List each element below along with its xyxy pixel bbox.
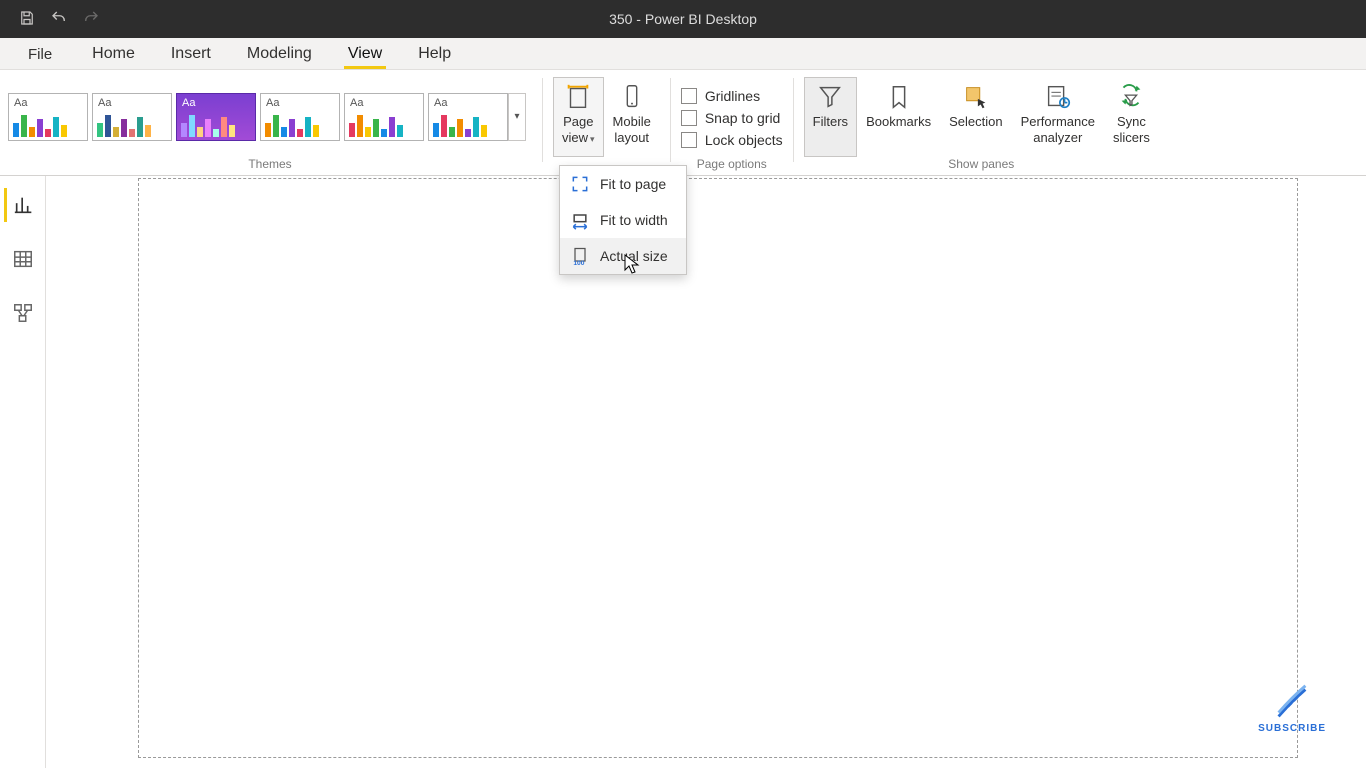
theme-aa-label: Aa — [14, 97, 27, 109]
theme-aa-label: Aa — [434, 97, 447, 109]
group-label-page-options: Page options — [673, 157, 791, 175]
bookmarks-label: Bookmarks — [866, 114, 931, 130]
fit-to-width-label: Fit to width — [600, 212, 668, 228]
ribbon-separator — [670, 78, 671, 162]
sync-slicers-button[interactable]: Syncslicers — [1104, 77, 1159, 157]
window-title: 350 - Power BI Desktop — [0, 11, 1366, 27]
group-page-options: Gridlines Snap to grid Lock objects Page… — [673, 70, 791, 175]
filter-icon — [814, 82, 846, 112]
theme-thumb[interactable]: Aa — [260, 93, 340, 141]
page-view-button[interactable]: Pageview▾ — [553, 77, 604, 157]
theme-aa-label: Aa — [98, 97, 111, 109]
checkbox-icon — [681, 110, 697, 126]
theme-aa-label: Aa — [350, 97, 363, 109]
theme-bars — [97, 113, 167, 137]
selection-icon — [960, 82, 992, 112]
tab-insert[interactable]: Insert — [167, 41, 215, 69]
sync-slicers-icon — [1115, 82, 1147, 112]
model-view-button[interactable] — [6, 296, 40, 330]
gridlines-label: Gridlines — [705, 88, 760, 104]
themes-more-button[interactable]: ▾ — [508, 93, 526, 141]
fit-to-page-item[interactable]: Fit to page — [560, 166, 686, 202]
ribbon-separator — [542, 78, 543, 162]
theme-thumb[interactable]: Aa — [344, 93, 424, 141]
fit-to-page-icon — [570, 174, 590, 194]
snap-to-grid-checkbox[interactable]: Snap to grid — [681, 110, 783, 126]
fit-to-width-item[interactable]: Fit to width — [560, 202, 686, 238]
page-view-dropdown: Fit to page Fit to width 100 Actual size — [559, 165, 687, 275]
group-scale: Pageview▾ Mobilelayout — [545, 70, 668, 175]
page-view-icon — [562, 82, 594, 112]
tab-help[interactable]: Help — [414, 41, 455, 69]
bar-chart-icon — [13, 194, 35, 216]
report-view-button[interactable] — [4, 188, 38, 222]
ribbon: AaAaAaAaAaAa ▾ Themes Pageview▾ — [0, 70, 1366, 176]
chevron-down-icon: ▾ — [590, 134, 595, 144]
theme-thumb[interactable]: Aa — [176, 93, 256, 141]
mobile-layout-label1: Mobile — [613, 114, 651, 129]
fit-to-width-icon — [570, 210, 590, 230]
report-page[interactable] — [138, 178, 1298, 758]
mobile-layout-label2: layout — [614, 130, 649, 145]
fit-to-page-label: Fit to page — [600, 176, 666, 192]
performance-label2: analyzer — [1033, 130, 1082, 145]
filters-label: Filters — [813, 114, 848, 130]
tab-file[interactable]: File — [20, 40, 60, 69]
actual-size-icon: 100 — [570, 246, 590, 266]
table-icon — [12, 248, 34, 270]
group-label-themes: Themes — [0, 157, 540, 175]
actual-size-label: Actual size — [600, 248, 668, 264]
snap-label: Snap to grid — [705, 110, 781, 126]
theme-thumb[interactable]: Aa — [8, 93, 88, 141]
theme-bars — [13, 113, 83, 137]
lock-label: Lock objects — [705, 132, 783, 148]
performance-label1: Performance — [1021, 114, 1095, 129]
canvas-area — [46, 176, 1366, 768]
sync-label1: Sync — [1117, 114, 1146, 129]
title-bar: 350 - Power BI Desktop — [0, 0, 1366, 38]
theme-bars — [265, 113, 335, 137]
redo-icon[interactable] — [82, 9, 100, 30]
group-show-panes: Filters Bookmarks Selection — [796, 70, 1167, 175]
tab-modeling[interactable]: Modeling — [243, 41, 316, 69]
svg-text:100: 100 — [573, 260, 584, 266]
model-icon — [12, 302, 34, 324]
mobile-layout-icon — [616, 82, 648, 112]
bookmarks-button[interactable]: Bookmarks — [857, 77, 940, 157]
page-view-label2: view — [562, 130, 588, 145]
themes-gallery: Aa Aa Aa Aa Aa Aa — [8, 93, 508, 141]
selection-button[interactable]: Selection — [940, 77, 1011, 157]
group-themes: Aa Aa Aa Aa Aa Aa ▾ Themes — [0, 70, 540, 175]
checkbox-icon — [681, 88, 697, 104]
group-label-show-panes: Show panes — [796, 157, 1167, 175]
selection-label: Selection — [949, 114, 1002, 130]
performance-analyzer-button[interactable]: Performanceanalyzer — [1012, 77, 1104, 157]
gridlines-checkbox[interactable]: Gridlines — [681, 88, 783, 104]
bookmark-icon — [883, 82, 915, 112]
theme-aa-label: Aa — [182, 97, 195, 109]
theme-thumb[interactable]: Aa — [92, 93, 172, 141]
theme-bars — [181, 113, 251, 137]
lock-objects-checkbox[interactable]: Lock objects — [681, 132, 783, 148]
page-view-label1: Page — [563, 114, 593, 129]
left-rail — [0, 176, 46, 768]
theme-bars — [349, 113, 419, 137]
theme-aa-label: Aa — [266, 97, 279, 109]
undo-icon[interactable] — [50, 9, 68, 30]
tab-view[interactable]: View — [344, 41, 386, 69]
performance-icon — [1042, 82, 1074, 112]
quick-access-toolbar — [0, 9, 100, 30]
checkbox-icon — [681, 132, 697, 148]
filters-button[interactable]: Filters — [804, 77, 857, 157]
sync-label2: slicers — [1113, 130, 1150, 145]
data-view-button[interactable] — [6, 242, 40, 276]
tab-home[interactable]: Home — [88, 41, 139, 69]
mobile-layout-button[interactable]: Mobilelayout — [604, 77, 660, 157]
theme-bars — [433, 113, 503, 137]
save-icon[interactable] — [18, 9, 36, 30]
theme-thumb[interactable]: Aa — [428, 93, 508, 141]
ribbon-separator — [793, 78, 794, 162]
ribbon-tabs: File Home Insert Modeling View Help — [0, 38, 1366, 70]
actual-size-item[interactable]: 100 Actual size — [560, 238, 686, 274]
